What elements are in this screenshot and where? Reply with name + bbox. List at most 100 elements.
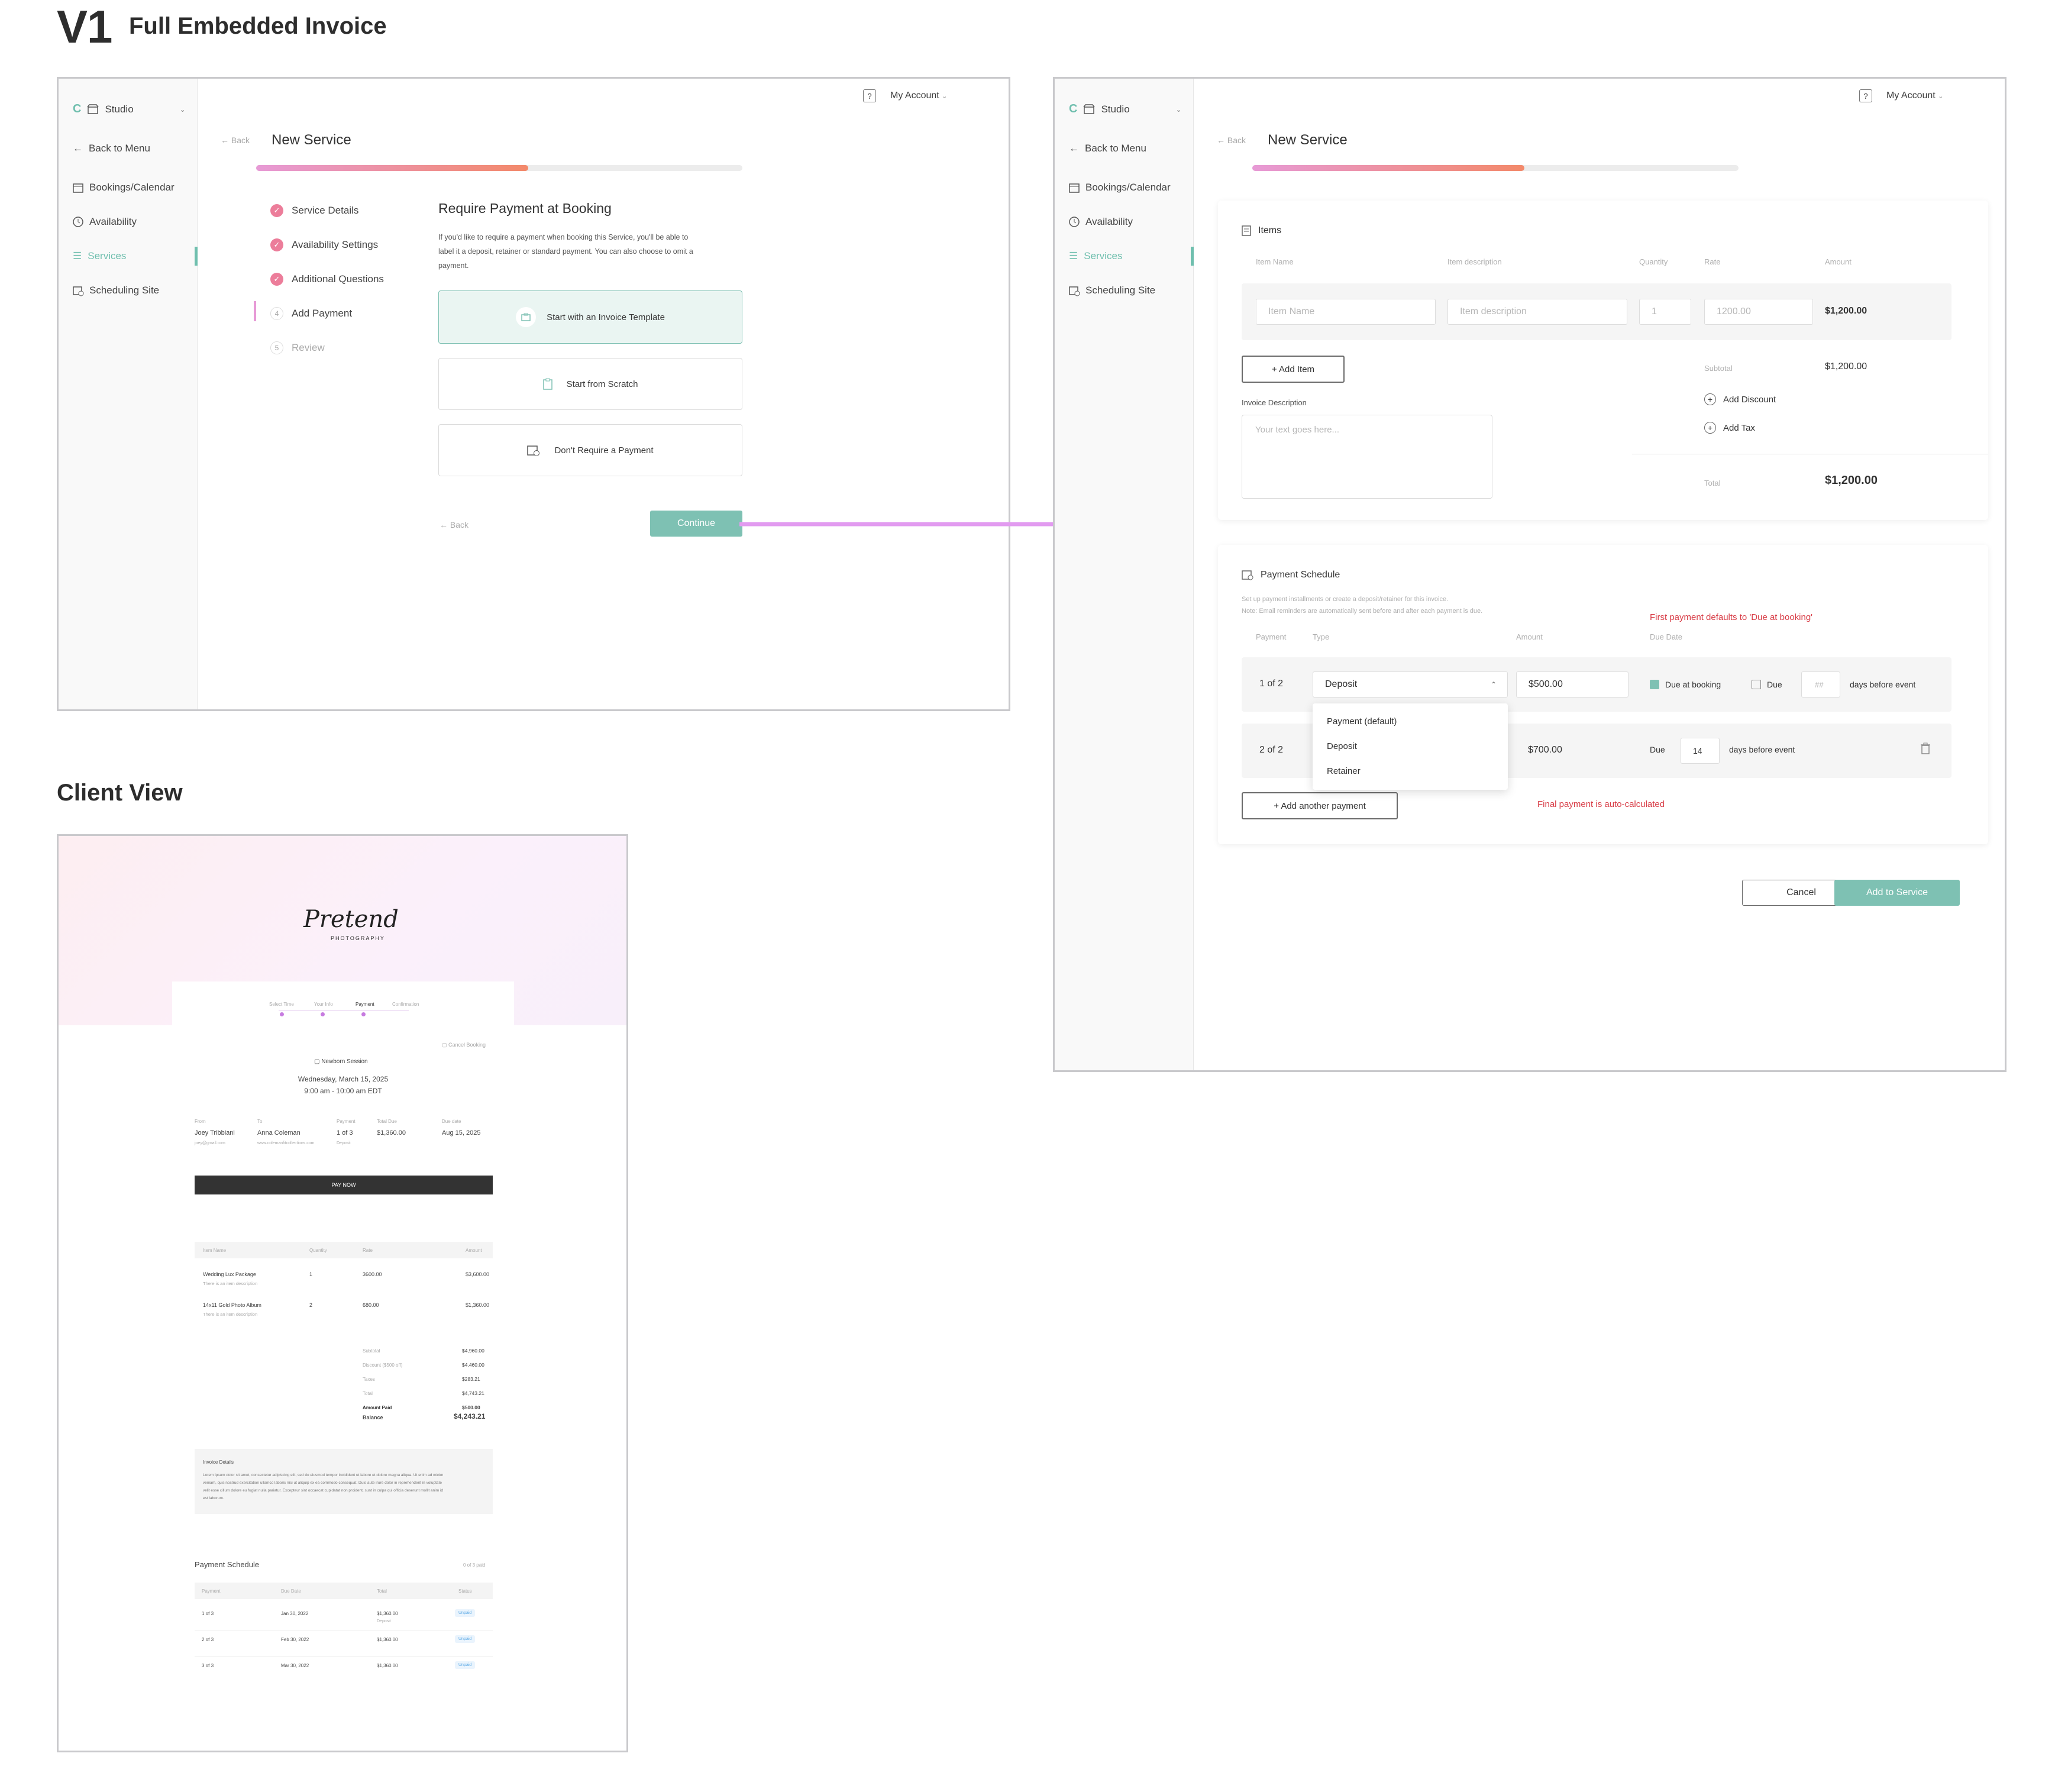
sidebar-item-scheduling-site[interactable]: Scheduling Site	[73, 285, 159, 296]
to-name: Anna Coleman	[257, 1129, 301, 1136]
step-label: Additional Questions	[292, 273, 384, 285]
sidebar-item-bookings[interactable]: Bookings/Calendar	[73, 182, 175, 193]
step-number: 4	[270, 307, 283, 320]
col-rate: Rate	[363, 1248, 373, 1253]
schedule-date: Mar 30, 2022	[281, 1663, 309, 1668]
days-input[interactable]: ##	[1801, 671, 1840, 698]
chevron-down-icon: ⌄	[942, 93, 948, 100]
session-date: Wednesday, March 15, 2025	[298, 1075, 389, 1083]
total-row-label: Amount Paid	[363, 1405, 392, 1410]
chevron-up-icon: ⌃	[1490, 680, 1497, 689]
sidebar-item-availability[interactable]: Availability	[73, 216, 137, 228]
item-amount: $1,360.00	[466, 1302, 490, 1308]
continue-button[interactable]: Continue	[650, 511, 742, 537]
step-item[interactable]: ✓ Availability Settings	[270, 238, 378, 251]
back-to-menu[interactable]: ← Back to Menu	[1069, 143, 1146, 154]
payment-type-dropdown: Payment (default) Deposit Retainer	[1313, 703, 1508, 790]
trash-icon[interactable]	[1921, 742, 1930, 754]
status-badge: Unpaid	[455, 1635, 476, 1643]
schedule-title: Payment Schedule	[195, 1560, 260, 1569]
payment-amount-input[interactable]: $500.00	[1516, 671, 1629, 698]
total-row-label: Taxes	[363, 1377, 375, 1382]
sidebar-item-scheduling-site[interactable]: Scheduling Site	[1069, 285, 1155, 296]
studio-label: Studio	[105, 103, 134, 115]
back-link[interactable]: ← Back	[221, 135, 250, 145]
pay-now-button[interactable]: PAY NOW	[195, 1176, 493, 1194]
option-label: Don't Require a Payment	[554, 445, 654, 456]
add-item-button[interactable]: + Add Item	[1242, 356, 1345, 383]
footer-back-link[interactable]: ← Back	[440, 520, 468, 529]
schedule-payment: 2 of 3	[202, 1637, 214, 1642]
dropdown-option-retainer[interactable]: Retainer	[1327, 766, 1361, 776]
sidebar-item-bookings[interactable]: Bookings/Calendar	[1069, 182, 1171, 193]
progress-fill	[256, 165, 529, 171]
item-rate: 3600.00	[363, 1271, 382, 1277]
balance-value: $4,243.21	[454, 1412, 486, 1420]
step-payment: Payment	[356, 1002, 374, 1007]
help-icon[interactable]: ?	[1859, 89, 1872, 102]
col-total: Total	[377, 1588, 387, 1594]
add-tax-link[interactable]: + Add Tax	[1704, 422, 1755, 434]
schedule-payment: 3 of 3	[202, 1663, 214, 1668]
sidebar-item-label: Bookings/Calendar	[1085, 182, 1171, 193]
due-label: Due	[1767, 680, 1782, 689]
item-name-input[interactable]: Item Name	[1256, 299, 1436, 325]
col-header-quantity: Quantity	[1639, 257, 1668, 266]
to-label: To	[257, 1119, 263, 1124]
quantity-input[interactable]: 1	[1639, 299, 1691, 325]
studio-switcher[interactable]: C Studio ⌄	[73, 102, 186, 116]
days-input[interactable]: 14	[1681, 738, 1720, 764]
option-invoice-template[interactable]: Start with an Invoice Template	[438, 290, 742, 344]
back-link[interactable]: ← Back	[1217, 135, 1246, 145]
dropdown-option-payment[interactable]: Payment (default)	[1327, 716, 1397, 727]
add-another-payment-button[interactable]: + Add another payment	[1242, 792, 1398, 819]
dropdown-option-deposit[interactable]: Deposit	[1327, 741, 1357, 751]
payment-type-select[interactable]: Deposit ⌃	[1313, 671, 1508, 698]
schedule-total: $1,360.00	[377, 1637, 398, 1642]
cancel-booking-link[interactable]: ▢ Cancel Booking	[442, 1042, 486, 1048]
col-status: Status	[458, 1588, 472, 1594]
due-days-checkbox[interactable]: Due	[1752, 680, 1782, 689]
step-number: 5	[270, 341, 283, 354]
help-icon[interactable]: ?	[863, 89, 876, 102]
plus-circle-icon: +	[1704, 422, 1716, 434]
col-header-type: Type	[1313, 632, 1330, 641]
due-at-booking-checkbox[interactable]: Due at booking	[1650, 680, 1721, 689]
sidebar-item-label: Bookings/Calendar	[89, 182, 175, 193]
details-line: velit esse cillum dolore eu fugiat nulla…	[203, 1489, 443, 1493]
step-item[interactable]: 5 Review	[270, 341, 325, 354]
add-to-service-button[interactable]: Add to Service	[1834, 880, 1960, 906]
from-name: Joey Tribbiani	[195, 1129, 235, 1136]
step-item[interactable]: 4 Add Payment	[270, 307, 352, 320]
my-account-menu[interactable]: My Account ⌄	[890, 91, 947, 101]
item-description-input[interactable]: Item description	[1447, 299, 1627, 325]
option-label: Start with an Invoice Template	[547, 312, 665, 322]
col-item-name: Item Name	[203, 1248, 227, 1253]
sidebar-item-services[interactable]: ☰ Services	[73, 250, 126, 262]
step-label: Service Details	[292, 205, 359, 216]
sidebar-item-availability[interactable]: Availability	[1069, 216, 1133, 228]
invoice-description-label: Invoice Description	[1242, 398, 1307, 407]
invoice-description-textarea[interactable]: Your text goes here...	[1242, 415, 1492, 499]
my-account-menu[interactable]: My Account ⌄	[1886, 91, 1943, 101]
option-no-payment[interactable]: Don't Require a Payment	[438, 424, 742, 476]
schedule-date: Jan 30, 2022	[281, 1611, 309, 1616]
final-payment-note: Final payment is auto-calculated	[1537, 799, 1665, 809]
back-to-menu[interactable]: ← Back to Menu	[73, 143, 150, 154]
rate-input[interactable]: 1200.00	[1704, 299, 1813, 325]
step-item[interactable]: ✓ Additional Questions	[270, 273, 384, 286]
check-circle-icon: ✓	[270, 204, 283, 217]
sidebar: C Studio ⌄ ← Back to Menu Bookings/Calend…	[1055, 79, 1194, 1070]
client-view-title: Client View	[57, 780, 183, 806]
sidebar-item-services[interactable]: ☰ Services	[1069, 250, 1122, 262]
option-from-scratch[interactable]: Start from Scratch	[438, 358, 742, 410]
item-name: 14x11 Gold Photo Album	[203, 1302, 261, 1308]
due-at-booking-label: Due at booking	[1665, 680, 1721, 689]
step-item[interactable]: ✓ Service Details	[270, 204, 358, 217]
logo-text: Pretend	[303, 906, 399, 933]
description-line: payment.	[438, 261, 469, 270]
add-discount-link[interactable]: + Add Discount	[1704, 393, 1776, 405]
arrow-left-icon: ←	[1069, 143, 1079, 154]
studio-switcher[interactable]: C Studio ⌄	[1069, 102, 1182, 116]
logo-subtext: PHOTOGRAPHY	[331, 935, 385, 941]
